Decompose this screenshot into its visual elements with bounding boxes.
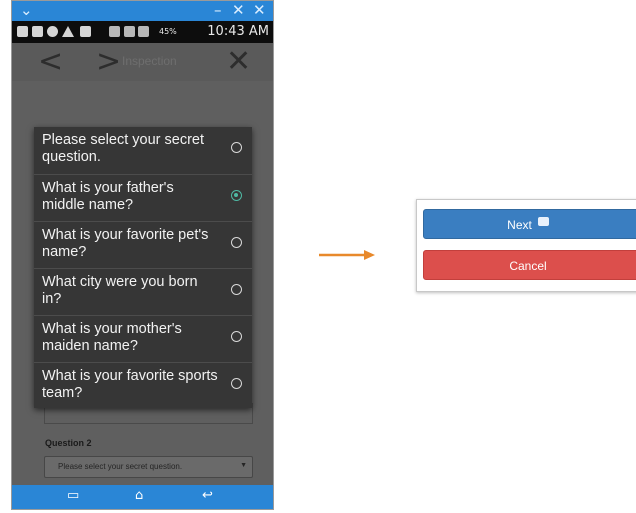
cancel-button-label: Cancel xyxy=(509,259,547,273)
question2-select[interactable]: Please select your secret question. ▼ xyxy=(44,456,253,478)
minimize-icon[interactable]: – xyxy=(214,1,222,19)
picker-option[interactable]: What is your mother's maiden name? xyxy=(34,315,252,360)
secret-question-picker: Please select your secret question. What… xyxy=(34,127,252,408)
picker-option[interactable]: What is your favorite sports team? xyxy=(34,362,252,407)
back-chevron-icon[interactable]: < xyxy=(38,45,63,79)
picker-option-label: What is your mother's maiden name? xyxy=(42,321,182,354)
signal-icon xyxy=(138,26,149,37)
next-button-label: Next xyxy=(507,218,532,232)
battery-level: 45% xyxy=(159,27,177,36)
picker-option-label: What is your favorite sports team? xyxy=(42,368,218,401)
back-icon[interactable]: ↩ xyxy=(202,488,213,504)
calendar-icon xyxy=(32,26,43,37)
mute-icon xyxy=(109,26,120,37)
radio-unselected-icon[interactable] xyxy=(231,378,242,389)
blocked-icon xyxy=(47,26,58,37)
picker-option-label: What is your father's middle name? xyxy=(42,180,174,213)
message-icon xyxy=(17,26,28,37)
home-icon[interactable]: ⌂ xyxy=(135,488,143,504)
android-navigation-bar: ▭ ⌂ ↩ xyxy=(12,485,273,509)
close-icon[interactable]: ✕ xyxy=(253,1,266,19)
emulator-window-bar: ⌄ – ✕ ✕ xyxy=(12,1,273,21)
chevron-down-icon[interactable]: ⌄ xyxy=(20,1,33,19)
picker-option[interactable]: What city were you born in? xyxy=(34,268,252,313)
picker-option-label: Please select your secret question. xyxy=(42,132,204,165)
cancel-button[interactable]: Cancel xyxy=(423,250,636,280)
clock: 10:43 AM xyxy=(207,24,269,39)
next-button[interactable]: Next xyxy=(423,209,636,239)
picker-option[interactable]: What is your father's middle name? xyxy=(34,174,252,219)
nav-title: Inspection xyxy=(122,54,177,68)
fullscreen-icon[interactable]: ✕ xyxy=(232,1,245,19)
warning-icon xyxy=(62,26,74,37)
image-icon xyxy=(80,26,91,37)
dropdown-arrow-icon: ▼ xyxy=(240,462,247,469)
radio-unselected-icon[interactable] xyxy=(231,284,242,295)
button-panel: Next Cancel xyxy=(416,199,636,292)
close-icon[interactable]: ✕ xyxy=(226,45,251,79)
radio-selected-icon[interactable] xyxy=(231,190,242,201)
radio-unselected-icon[interactable] xyxy=(231,142,242,153)
radio-unselected-icon[interactable] xyxy=(231,237,242,248)
picker-option-label: What city were you born in? xyxy=(42,274,198,307)
next-arrow-icon xyxy=(537,217,549,227)
status-bar: 45% 10:43 AM xyxy=(12,21,273,43)
app-navigation-bar: < > Inspection ✕ xyxy=(12,43,273,81)
radio-unselected-icon[interactable] xyxy=(231,331,242,342)
wifi-icon xyxy=(124,26,135,37)
picker-option[interactable]: Please select your secret question. xyxy=(34,127,252,172)
picker-option[interactable]: What is your favorite pet's name? xyxy=(34,221,252,266)
forward-chevron-icon[interactable]: > xyxy=(96,45,121,79)
question2-select-value: Please select your secret question. xyxy=(58,462,183,471)
phone-screenshot: ⌄ – ✕ ✕ 45% 10:43 AM < > Inspection ✕ Qu… xyxy=(11,0,274,510)
question2-label: Question 2 xyxy=(45,438,92,448)
arrow-right-icon xyxy=(319,250,375,260)
recent-apps-icon[interactable]: ▭ xyxy=(67,488,79,504)
picker-option-label: What is your favorite pet's name? xyxy=(42,227,209,260)
